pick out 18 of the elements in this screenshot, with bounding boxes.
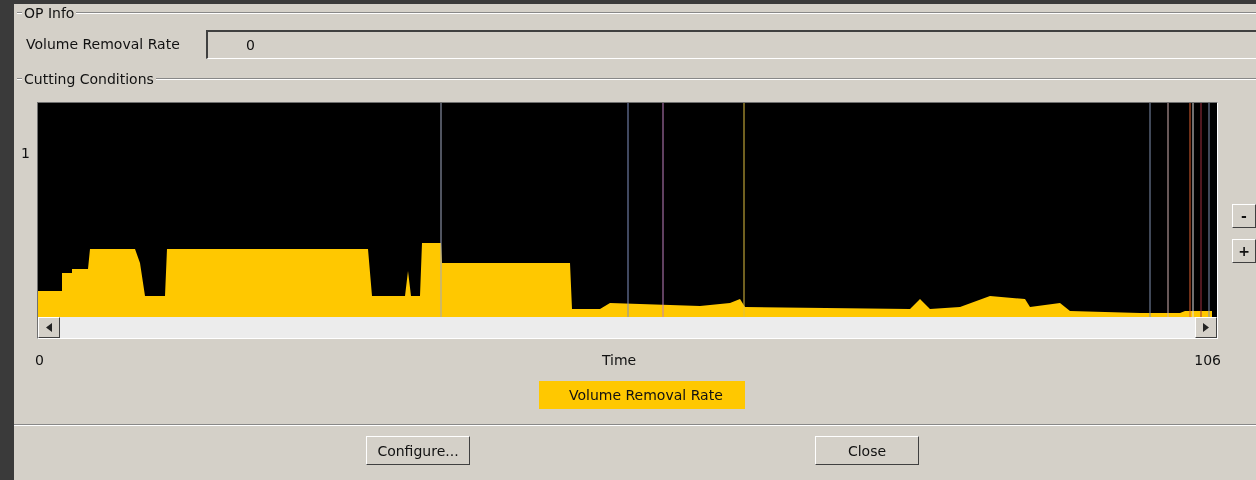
close-button[interactable]: Close — [815, 436, 919, 465]
zoom-button[interactable]: - — [1232, 204, 1256, 228]
scroll-left-button[interactable] — [38, 317, 60, 338]
horizontal-scrollbar[interactable] — [38, 317, 1217, 338]
configure-button[interactable]: Configure... — [366, 436, 470, 465]
group-title: Cutting Conditions — [23, 71, 155, 87]
x-axis-tick: 0 — [35, 352, 44, 368]
x-axis-label: Time — [601, 352, 637, 368]
right-triangle-icon — [1203, 323, 1209, 332]
zoom-button[interactable]: + — [1232, 239, 1256, 263]
legend-item: Volume Removal Rate — [539, 381, 745, 409]
group-title: OP Info — [23, 5, 76, 21]
x-axis-tick: 106 — [1194, 352, 1221, 368]
left-triangle-icon — [46, 323, 52, 332]
y-axis-tick: 1 — [21, 145, 30, 161]
field-label: Volume Removal Rate — [26, 36, 181, 52]
scroll-right-button[interactable] — [1195, 317, 1217, 338]
value-field[interactable]: 0 — [206, 29, 1256, 59]
